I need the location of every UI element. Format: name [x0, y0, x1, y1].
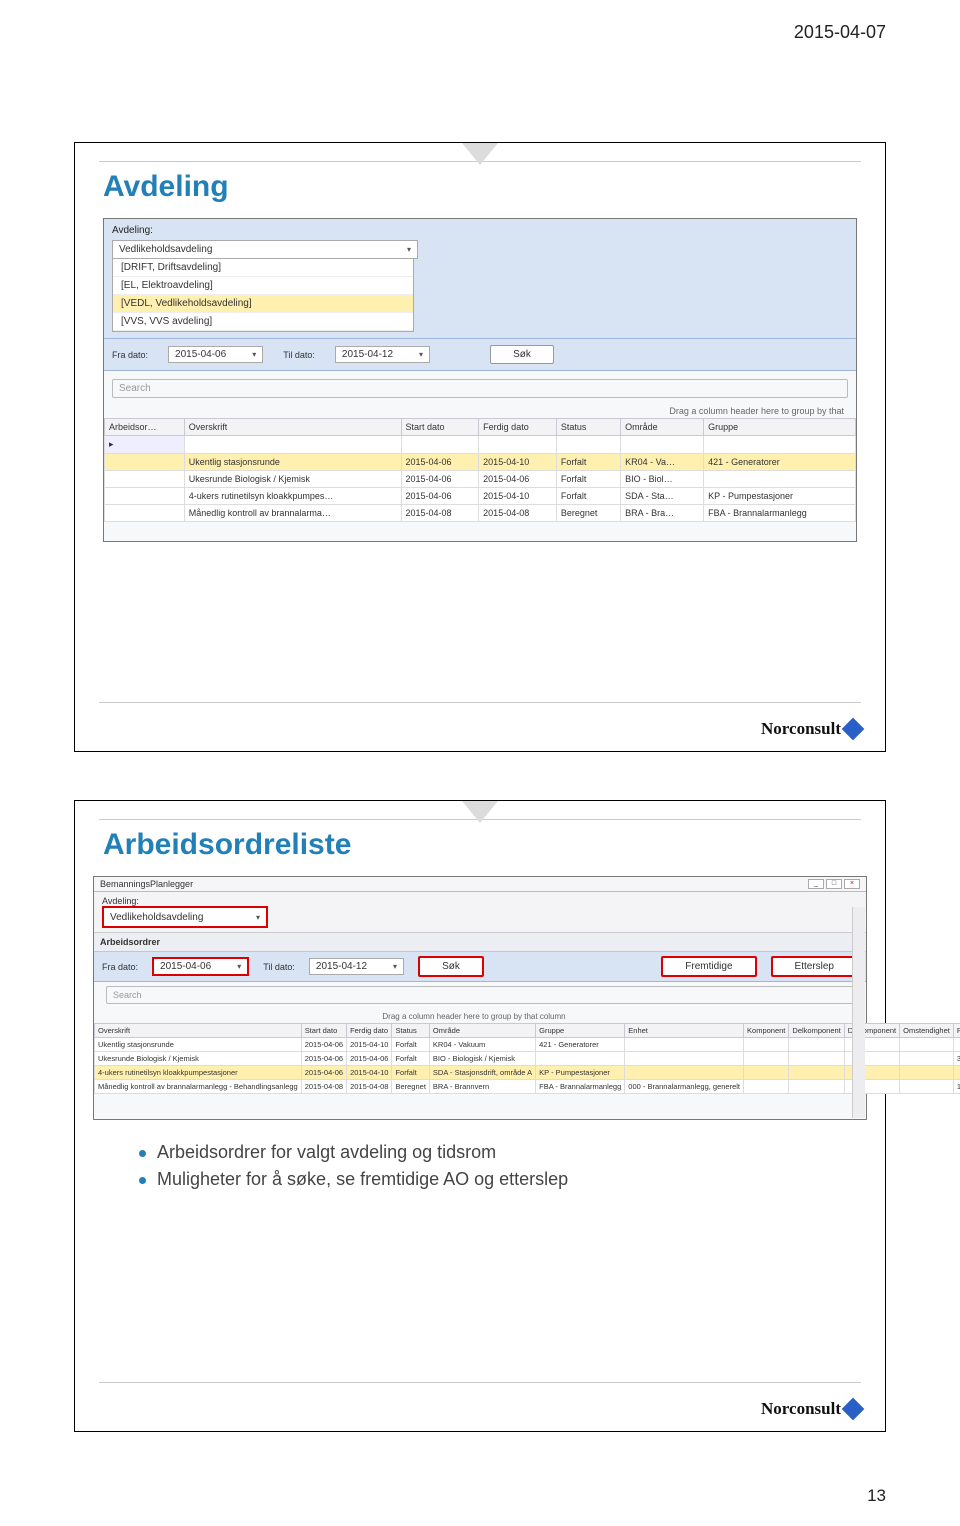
slide-arbeidsordreliste: Arbeidsordreliste BemanningsPlanlegger _…	[74, 800, 886, 1432]
avdeling-dropdown[interactable]: Vedlikeholdsavdeling ▾	[112, 240, 418, 259]
col-h[interactable]: Område	[429, 1024, 535, 1038]
option-vedl[interactable]: [VEDL, Vedlikeholdsavdeling]	[113, 295, 413, 313]
table-row[interactable]: Ukesrunde Biologisk / Kjemisk2015-04-062…	[105, 471, 856, 488]
logo-text: Norconsult	[761, 719, 841, 739]
avdeling-label: Avdeling:	[102, 896, 858, 906]
norconsult-logo: Norconsult	[761, 719, 861, 739]
fremtidige-button-highlight[interactable]: Fremtidige	[661, 956, 756, 977]
avdeling-label: Avdeling:	[112, 225, 848, 236]
drag-hint: Drag a column header here to group by th…	[94, 1012, 854, 1021]
logo-icon	[842, 1398, 865, 1421]
til-dato-value: 2015-04-12	[316, 961, 367, 972]
til-dato-field[interactable]: 2015-04-12 ▾	[335, 346, 430, 363]
col-h[interactable]: Omstendighet	[900, 1024, 954, 1038]
page-number: 13	[867, 1486, 886, 1506]
col-h[interactable]: Ferdig dato	[347, 1024, 392, 1038]
chevron-down-icon: ▾	[252, 350, 256, 359]
work-order-table-wide: Overskrift Start dato Ferdig dato Status…	[94, 1023, 960, 1094]
minimize-icon[interactable]: _	[808, 879, 824, 889]
col-arbeidsor[interactable]: Arbeidsor…	[105, 419, 185, 436]
avdeling-value: Vedlikeholdsavdeling	[110, 912, 203, 923]
sok-button[interactable]: Søk	[490, 345, 554, 364]
col-omrade[interactable]: Område	[621, 419, 704, 436]
fra-dato-label: Fra dato:	[112, 350, 148, 360]
maximize-icon[interactable]: □	[826, 879, 842, 889]
col-h[interactable]: Start dato	[301, 1024, 346, 1038]
slide-marker-icon	[462, 143, 498, 165]
bullet-item: Arbeidsordrer for valgt avdeling og tids…	[139, 1142, 861, 1163]
logo-text: Norconsult	[761, 1399, 841, 1419]
table-row[interactable]: Ukesrunde Biologisk / Kjemisk2015-04-062…	[95, 1052, 960, 1066]
work-order-table: Arbeidsor… Overskrift Start dato Ferdig …	[104, 418, 856, 522]
drag-hint: Drag a column header here to group by th…	[104, 406, 844, 416]
til-dato-label: Til dato:	[263, 962, 295, 972]
etterslep-button-highlight[interactable]: Etterslep	[771, 956, 858, 977]
logo-icon	[842, 718, 865, 741]
fra-dato-value: 2015-04-06	[160, 961, 211, 972]
app-avdeling-screenshot: Avdeling: Vedlikeholdsavdeling ▾ [DRIFT,…	[103, 218, 857, 542]
col-ferdig[interactable]: Ferdig dato	[479, 419, 557, 436]
col-h[interactable]: Overskrift	[95, 1024, 302, 1038]
slide-avdeling: Avdeling Avdeling: Vedlikeholdsavdeling …	[74, 142, 886, 752]
fra-dato-value: 2015-04-06	[175, 349, 226, 360]
col-status[interactable]: Status	[556, 419, 620, 436]
app-arbeidsordreliste-screenshot: BemanningsPlanlegger _ □ × Avdeling: Ved…	[93, 876, 867, 1120]
table-row[interactable]: Månedlig kontroll av brannalarma…2015-04…	[105, 505, 856, 522]
avdeling-dropdown-highlight[interactable]: Vedlikeholdsavdeling ▾	[102, 906, 268, 928]
til-dato-field[interactable]: 2015-04-12 ▾	[309, 958, 404, 975]
chevron-down-icon: ▾	[237, 962, 241, 971]
fra-dato-field-highlight[interactable]: 2015-04-06 ▾	[152, 957, 249, 976]
col-start[interactable]: Start dato	[401, 419, 479, 436]
table-row[interactable]: Ukentlig stasjonsrunde2015-04-062015-04-…	[105, 454, 856, 471]
chevron-down-icon: ▾	[256, 913, 260, 922]
col-h[interactable]: Delkomponent	[789, 1024, 844, 1038]
table-row[interactable]: 4-ukers rutinetilsyn kloakkpumpes…2015-0…	[105, 488, 856, 505]
til-dato-label: Til dato:	[283, 350, 315, 360]
table-row[interactable]: Månedlig kontroll av brannalarmanlegg - …	[95, 1080, 960, 1094]
col-overskrift[interactable]: Overskrift	[184, 419, 401, 436]
fra-dato-field[interactable]: 2015-04-06 ▾	[168, 346, 263, 363]
bullet-item: Muligheter for å søke, se fremtidige AO …	[139, 1169, 861, 1190]
col-h[interactable]: Status	[392, 1024, 429, 1038]
col-h[interactable]: Komponent	[744, 1024, 789, 1038]
close-icon[interactable]: ×	[844, 879, 860, 889]
til-dato-value: 2015-04-12	[342, 349, 393, 360]
section-arbeidsordrer: Arbeidsordrer	[94, 933, 866, 952]
search-input[interactable]: Search	[106, 986, 854, 1004]
avdeling-options[interactable]: [DRIFT, Driftsavdeling] [EL, Elektroavde…	[112, 259, 414, 332]
col-h[interactable]: Enhet	[625, 1024, 744, 1038]
slide-title: Avdeling	[103, 170, 861, 204]
table-row[interactable]: 4-ukers rutinetilsyn kloakkpumpestasjone…	[95, 1066, 960, 1080]
table-row[interactable]: Ukentlig stasjonsrunde2015-04-062015-04-…	[95, 1038, 960, 1052]
option-el[interactable]: [EL, Elektroavdeling]	[113, 277, 413, 295]
slide-marker-icon	[462, 801, 498, 823]
norconsult-logo: Norconsult	[761, 1399, 861, 1419]
chevron-down-icon: ▾	[393, 962, 397, 971]
col-h[interactable]: Prioritet	[953, 1024, 960, 1038]
chevron-down-icon: ▾	[419, 350, 423, 359]
fra-dato-label: Fra dato:	[102, 962, 138, 972]
col-gruppe[interactable]: Gruppe	[704, 419, 856, 436]
option-drift[interactable]: [DRIFT, Driftsavdeling]	[113, 259, 413, 277]
window-title: BemanningsPlanlegger	[100, 879, 193, 889]
avdeling-value: Vedlikeholdsavdeling	[119, 244, 212, 255]
header-date: 2015-04-07	[794, 22, 886, 43]
slide-title: Arbeidsordreliste	[103, 828, 861, 862]
scrollbar[interactable]	[852, 907, 865, 1118]
chevron-down-icon: ▾	[407, 245, 411, 254]
option-vvs[interactable]: [VVS, VVS avdeling]	[113, 313, 413, 331]
search-input[interactable]: Search	[112, 379, 848, 398]
sok-button-highlight[interactable]: Søk	[418, 956, 484, 977]
col-h[interactable]: Gruppe	[536, 1024, 625, 1038]
